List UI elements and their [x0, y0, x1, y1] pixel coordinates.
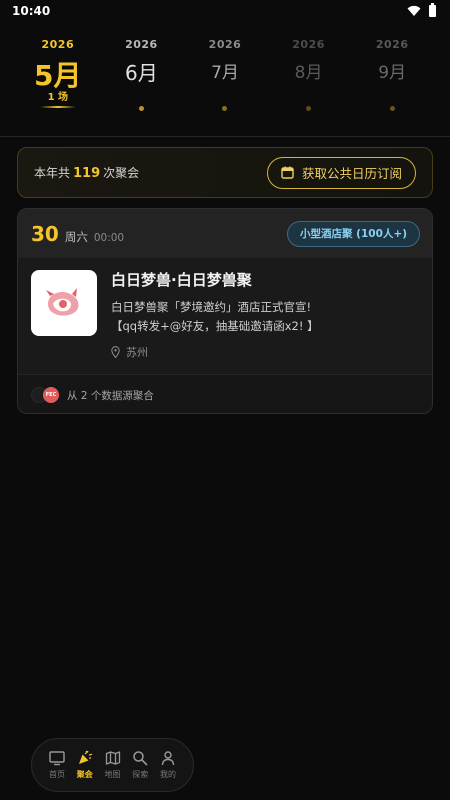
- month-year: 2026: [125, 38, 158, 51]
- battery-icon: [429, 3, 436, 17]
- month-name: 5月: [34, 59, 82, 92]
- month-year: 2026: [41, 38, 75, 51]
- month-dot: [306, 106, 312, 111]
- event-sources: FEC 从 2 个数据源聚合: [18, 374, 432, 413]
- month-year: 2026: [208, 38, 242, 51]
- nav-item-home[interactable]: 首页: [44, 750, 70, 780]
- nav-label: 地图: [104, 770, 121, 779]
- month-year: 2026: [292, 38, 325, 51]
- source-avatar-fec: FEC: [43, 387, 59, 403]
- nav-label: 首页: [49, 770, 65, 779]
- event-logo-icon: [46, 288, 79, 316]
- month-selector: 2026 5月 1 场 2026 6月 2026 7月 2026 8月 2026…: [0, 36, 450, 128]
- tv-icon: [49, 751, 65, 766]
- event-thumbnail: [31, 270, 97, 336]
- nav-item-map[interactable]: 地图: [100, 750, 126, 780]
- nav-item-profile[interactable]: 我的: [155, 750, 181, 780]
- calendar-subscribe-label: 获取公共日历订阅: [301, 166, 402, 181]
- calendar-subscribe-button[interactable]: 获取公共日历订阅: [266, 156, 416, 189]
- status-bar: 10:40: [0, 0, 450, 22]
- nav-label: 探索: [132, 770, 149, 779]
- event-description: 白日梦兽聚「梦境邀约」酒店正式官宣! 【qq转发+@好友，抽基础邀请函x2! 】: [111, 300, 319, 333]
- event-time: 00:00: [93, 231, 125, 244]
- header-divider: [0, 136, 450, 137]
- event-day: 30: [31, 221, 59, 246]
- party-popper-icon: [78, 750, 93, 764]
- month-item-june[interactable]: 2026 6月: [100, 36, 184, 128]
- event-weekday: 周六: [64, 229, 88, 244]
- month-name: 8月: [294, 63, 323, 83]
- wifi-icon: [407, 5, 421, 16]
- month-item-august[interactable]: 2026 8月: [267, 36, 351, 128]
- event-card-body: 白日梦兽·白日梦兽聚 白日梦兽聚「梦境邀约」酒店正式官宣! 【qq转发+@好友，…: [18, 258, 432, 374]
- location-pin-icon: [111, 346, 120, 358]
- month-item-may[interactable]: 2026 5月 1 场: [16, 36, 100, 128]
- nav-item-parties[interactable]: 聚会: [72, 750, 98, 780]
- month-name: 9月: [378, 63, 407, 83]
- nav-label: 聚会: [76, 770, 93, 779]
- search-icon: [133, 751, 148, 766]
- event-date: 30 周六 00:00: [31, 222, 124, 246]
- year-event-count: 119: [73, 166, 101, 181]
- month-name: 7月: [211, 63, 239, 83]
- month-dot: [389, 106, 395, 111]
- month-active-indicator: [39, 106, 76, 108]
- nav-label: 我的: [160, 770, 176, 779]
- person-icon: [161, 751, 175, 766]
- month-event-count: 1 场: [47, 92, 69, 103]
- month-dot: [138, 106, 144, 111]
- event-location: 苏州: [111, 344, 319, 360]
- status-time: 10:40: [12, 4, 51, 18]
- event-location-text: 苏州: [126, 346, 148, 359]
- month-item-september[interactable]: 2026 9月: [350, 36, 434, 128]
- year-summary-banner: 本年共 119 次聚会 获取公共日历订阅: [17, 147, 433, 198]
- month-dot: [222, 106, 228, 111]
- nav-item-explore[interactable]: 探索: [127, 750, 153, 780]
- event-card[interactable]: 30 周六 00:00 小型酒店聚 (100人+) 白日梦兽·白日梦兽聚 白日梦…: [17, 208, 433, 414]
- calendar-icon: [281, 166, 294, 179]
- map-icon: [105, 751, 120, 765]
- year-summary-text: 本年共 119 次聚会: [34, 166, 140, 181]
- event-card-header: 30 周六 00:00 小型酒店聚 (100人+): [18, 209, 432, 258]
- event-category-tag: 小型酒店聚 (100人+): [287, 220, 420, 247]
- sources-count-text: 从 2 个数据源聚合: [67, 389, 154, 402]
- month-item-july[interactable]: 2026 7月: [183, 36, 267, 128]
- bottom-navigation: 首页 聚会 地图 探索 我的: [31, 738, 194, 792]
- month-name: 6月: [125, 61, 158, 85]
- event-title: 白日梦兽·白日梦兽聚: [111, 271, 252, 289]
- month-year: 2026: [375, 38, 409, 51]
